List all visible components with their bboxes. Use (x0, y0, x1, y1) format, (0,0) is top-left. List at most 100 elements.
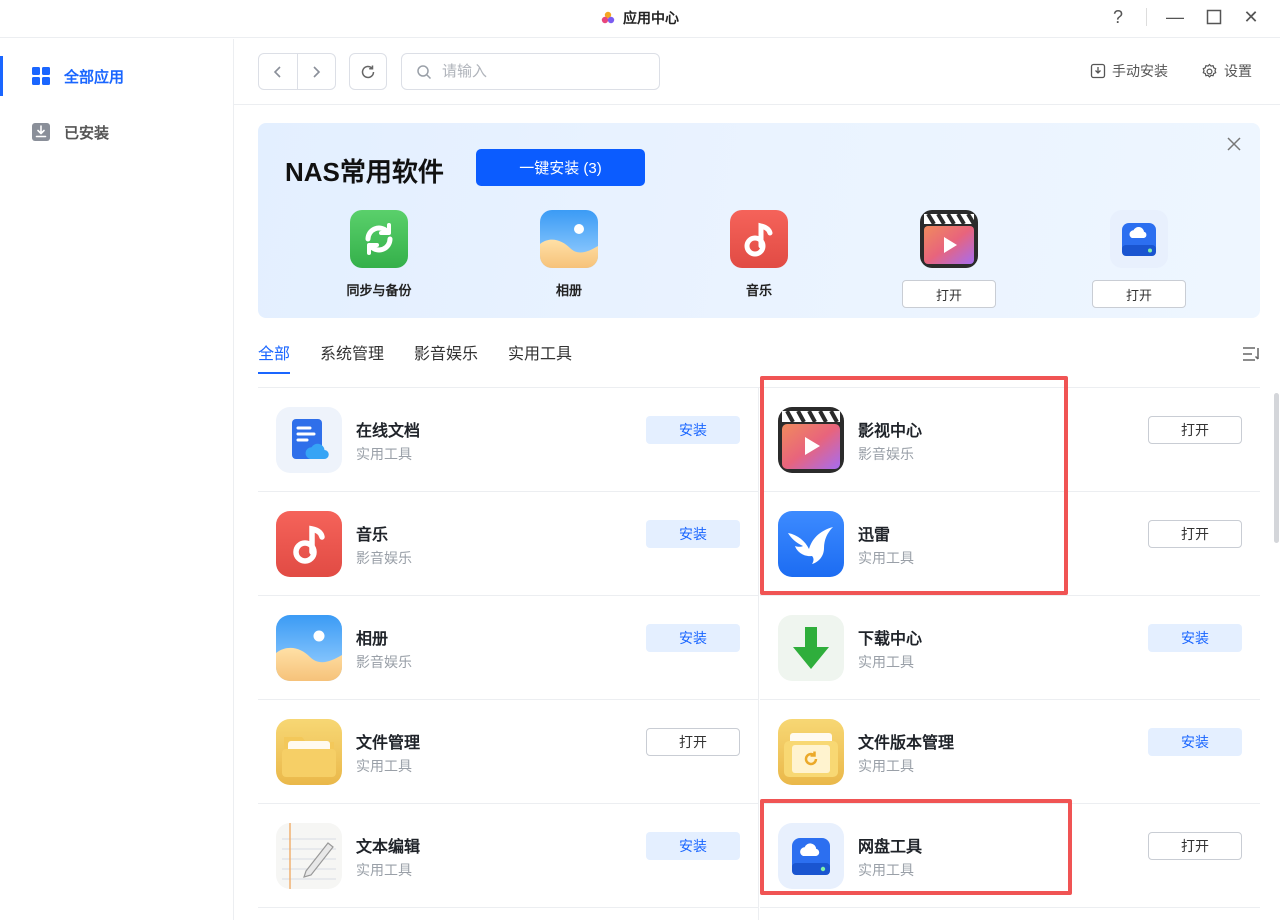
back-button[interactable] (259, 54, 297, 89)
navigation-buttons (258, 53, 336, 90)
app-name: 音乐 (356, 527, 389, 544)
app-name: 文本编辑 (356, 839, 421, 856)
titlebar-divider (1146, 8, 1147, 26)
banner-app-name: 相册 (555, 283, 582, 298)
manual-install-icon (1090, 63, 1106, 79)
settings-label: 设置 (1224, 63, 1252, 79)
open-button[interactable]: 打开 (1148, 416, 1242, 444)
help-icon[interactable]: ? (1105, 4, 1131, 30)
photo-icon (276, 615, 342, 681)
forward-button[interactable] (297, 54, 335, 89)
app-center-logo-icon (601, 11, 615, 24)
app-category: 影音娱乐 (858, 446, 914, 462)
banner-app-name: 同步与备份 (346, 283, 412, 298)
list-item-music[interactable]: 音乐 影音娱乐 安装 (258, 492, 758, 596)
download-arrow-icon (778, 615, 844, 681)
install-button[interactable]: 安装 (1148, 624, 1242, 652)
install-button[interactable]: 安装 (646, 624, 740, 652)
minimize-icon[interactable]: — (1162, 4, 1188, 30)
list-item-thunder[interactable]: 迅雷 实用工具 打开 (760, 492, 1260, 596)
app-name: 影视中心 (858, 423, 923, 440)
video-icon (778, 407, 844, 473)
app-category: 实用工具 (858, 862, 914, 878)
install-button[interactable]: 安装 (646, 520, 740, 548)
banner-app-video-center: 打开 (889, 210, 1009, 308)
list-item-file-version-manager[interactable]: 文件版本管理 实用工具 安装 (760, 700, 1260, 804)
app-category: 实用工具 (858, 654, 914, 670)
install-button[interactable]: 安装 (1148, 728, 1242, 756)
sort-icon[interactable] (1241, 344, 1261, 364)
video-icon (920, 210, 978, 268)
cloud-drive-icon (1110, 210, 1168, 268)
install-button[interactable]: 安装 (646, 416, 740, 444)
chevron-right-icon (313, 65, 321, 78)
manual-install-label: 手动安装 (1112, 63, 1168, 79)
recommended-banner: NAS常用软件 一键安装 (3) 同步与备份 相册 音乐 打开 打开 (258, 123, 1260, 318)
list-column-divider (758, 388, 759, 920)
list-item-download-center[interactable]: 下载中心 实用工具 安装 (760, 596, 1260, 700)
app-category: 实用工具 (356, 862, 412, 878)
banner-app-name: 音乐 (745, 283, 772, 298)
cloud-drive-icon (778, 823, 844, 889)
gear-icon (1202, 63, 1217, 78)
open-button[interactable]: 打开 (1148, 520, 1242, 548)
banner-close-icon[interactable] (1224, 135, 1244, 155)
refresh-button[interactable] (349, 53, 387, 90)
app-name: 文件管理 (356, 735, 421, 752)
app-name: 文件版本管理 (858, 735, 955, 752)
search-box (401, 53, 660, 90)
open-button[interactable]: 打开 (1092, 280, 1186, 308)
settings-button[interactable]: 设置 (1201, 61, 1252, 81)
sidebar-item-label: 全部应用 (64, 68, 125, 86)
tab-media-entertainment[interactable]: 影音娱乐 (414, 340, 478, 376)
thunder-bird-icon (778, 511, 844, 577)
banner-app-music[interactable]: 音乐 (699, 210, 819, 299)
close-icon[interactable]: ✕ (1238, 4, 1264, 30)
banner-app-photos[interactable]: 相册 (509, 210, 629, 299)
app-name: 相册 (356, 631, 389, 648)
search-input[interactable] (442, 63, 642, 80)
open-button[interactable]: 打开 (1148, 832, 1242, 860)
open-button[interactable]: 打开 (646, 728, 740, 756)
chevron-left-icon (273, 65, 281, 78)
refresh-icon (361, 65, 375, 78)
grid-icon (32, 67, 50, 85)
sidebar-item-label: 已安装 (64, 124, 110, 142)
download-box-icon (32, 123, 50, 141)
open-button[interactable]: 打开 (902, 280, 996, 308)
list-item-cloud-drive[interactable]: 网盘工具 实用工具 打开 (760, 804, 1260, 908)
notepad-icon (276, 823, 342, 889)
list-item-text-editor[interactable]: 文本编辑 实用工具 安装 (258, 804, 758, 908)
tab-system-management[interactable]: 系统管理 (320, 340, 384, 376)
list-item-online-docs[interactable]: 在线文档 实用工具 安装 (258, 388, 758, 492)
list-item-video-center[interactable]: 影视中心 影音娱乐 打开 (760, 388, 1260, 492)
folder-restore-icon (778, 719, 844, 785)
search-icon (417, 64, 432, 79)
app-name: 下载中心 (858, 631, 923, 648)
photo-icon (540, 210, 598, 268)
tab-utilities[interactable]: 实用工具 (508, 340, 572, 376)
sidebar-item-all-apps[interactable]: 全部应用 (0, 56, 233, 96)
scrollbar[interactable] (1274, 393, 1279, 543)
app-category: 实用工具 (858, 758, 914, 774)
window-title: 应用中心 (0, 8, 1280, 28)
install-button[interactable]: 安装 (646, 832, 740, 860)
banner-app-sync-backup[interactable]: 同步与备份 (319, 210, 439, 299)
music-icon (276, 511, 342, 577)
app-category: 实用工具 (356, 758, 412, 774)
app-category: 实用工具 (858, 550, 914, 566)
one-click-install-button[interactable]: 一键安装 (3) (476, 149, 645, 186)
sidebar-item-installed[interactable]: 已安装 (0, 112, 233, 152)
window-title-text: 应用中心 (623, 10, 679, 26)
tab-all[interactable]: 全部 (258, 340, 291, 376)
banner-title: NAS常用软件 (285, 157, 444, 187)
list-item-photos[interactable]: 相册 影音娱乐 安装 (258, 596, 758, 700)
title-bar: 应用中心 ? — ✕ (0, 0, 1280, 38)
manual-install-button[interactable]: 手动安装 (1090, 61, 1168, 81)
maximize-icon[interactable] (1201, 4, 1227, 30)
app-category: 影音娱乐 (356, 654, 412, 670)
sidebar: 全部应用 已安装 (0, 39, 234, 920)
list-item-file-manager[interactable]: 文件管理 实用工具 打开 (258, 700, 758, 804)
sync-icon (350, 210, 408, 268)
app-name: 在线文档 (356, 423, 421, 440)
